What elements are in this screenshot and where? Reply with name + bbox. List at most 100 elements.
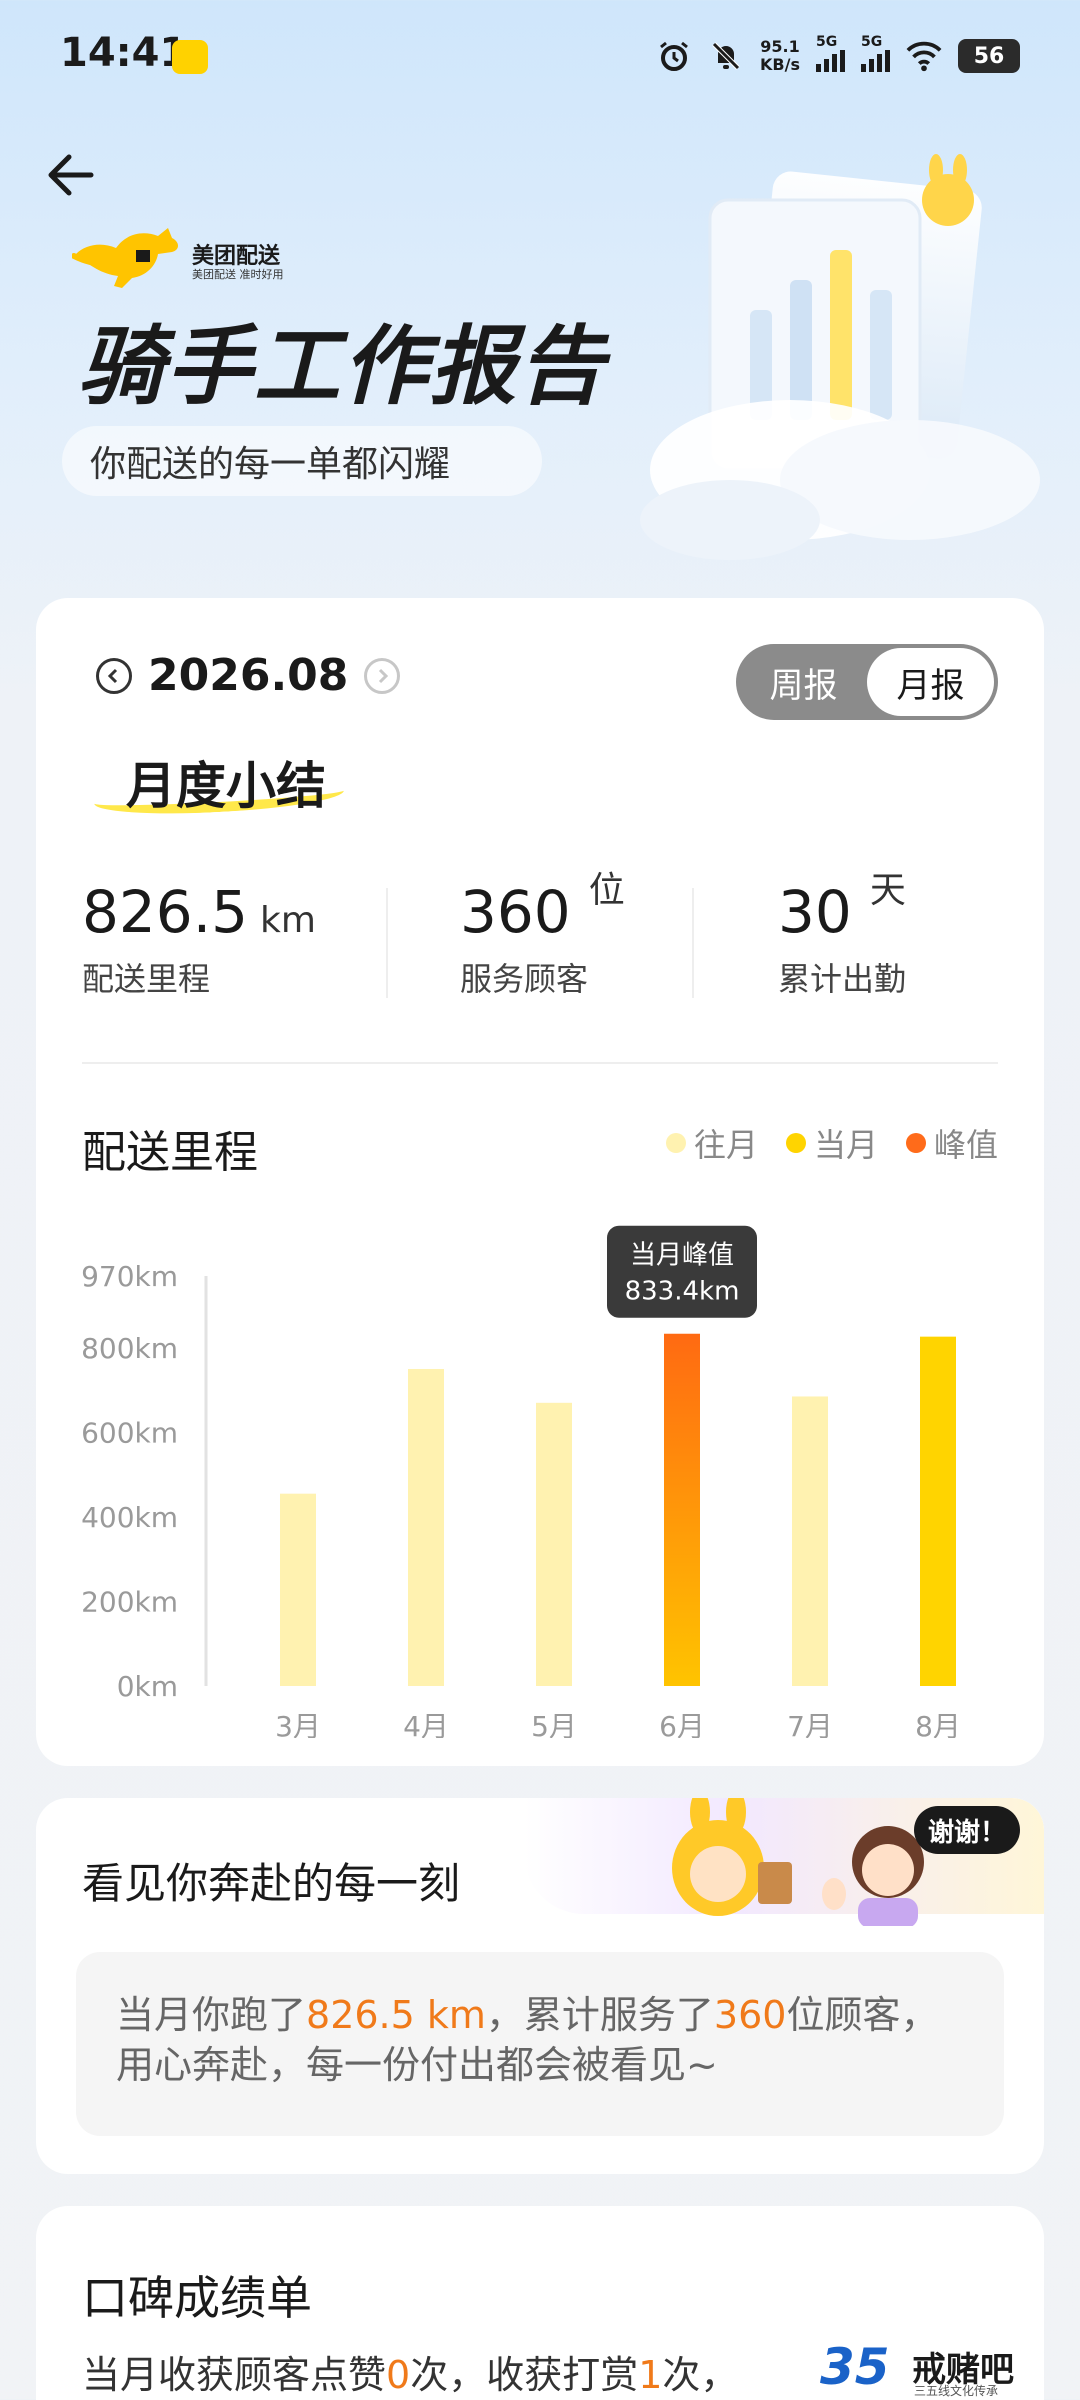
x-tick-label: 8月 xyxy=(915,1710,961,1738)
stat-distance-label: 配送里程 xyxy=(82,960,211,998)
section-title-text: 月度小结 xyxy=(126,757,326,815)
tips-count: 1 xyxy=(638,2353,663,2397)
legend-dot xyxy=(905,1133,926,1153)
net-speed-value: 95.1 xyxy=(760,37,800,56)
stat-attendance-unit: 天 xyxy=(869,870,906,911)
chevron-right-icon xyxy=(379,668,389,683)
legend-item-past: 往月 xyxy=(665,1120,758,1166)
battery-icon: 56 xyxy=(958,39,1020,73)
stat-attendance-value: 30 xyxy=(778,878,852,946)
weekly-report-tab[interactable]: 周报 xyxy=(740,648,867,716)
brand-slogan: 美团配送 准时好用 xyxy=(192,268,284,281)
x-tick-label: 4月 xyxy=(403,1710,449,1738)
y-tick-label: 0km xyxy=(117,1670,178,1703)
page-subtitle: 你配送的每一单都闪耀 xyxy=(62,426,542,496)
back-button[interactable] xyxy=(40,148,100,202)
signal-sim2-icon: 5G xyxy=(861,34,890,72)
mute-icon xyxy=(708,38,744,74)
moments-message: 当月你跑了826.5 km，累计服务了360位顾客，用心奔赴，每一份付出都会被看… xyxy=(76,1952,1004,2136)
moment-text: 当月你跑了 xyxy=(116,1993,307,2037)
distance-bar-chart: 0km 200km 400km 600km 800km 970km 3月 4月 5月 6月 7月 8月… xyxy=(81,1225,961,1738)
likes-count: 0 xyxy=(386,2353,411,2397)
stat-attendance-label: 累计出勤 xyxy=(778,960,907,998)
next-month-button[interactable] xyxy=(364,657,401,694)
monthly-report-tab[interactable]: 月报 xyxy=(867,648,994,716)
moment-text: ，累计服务了 xyxy=(485,1993,714,2037)
y-tick-label: 970km xyxy=(81,1260,178,1293)
month-navigator: 2026.08 xyxy=(96,650,401,701)
bar-peak xyxy=(664,1333,700,1686)
legend-dot xyxy=(665,1133,686,1153)
sim2-label: 5G xyxy=(861,34,883,50)
stat-customers: 360 位 服务顾客 xyxy=(460,870,625,998)
rep-text: 当月收获顾客点赞 xyxy=(82,2353,387,2397)
moment-distance: 826.5 km xyxy=(306,1993,486,2037)
monthly-summary-card: 2026.08 周报 月报 月度小结 826.5 km 配送里程 360 位 服务顾… xyxy=(36,598,1044,1766)
bar-past xyxy=(408,1368,444,1686)
stat-customers-label: 服务顾客 xyxy=(460,960,589,998)
status-time: 14:41 xyxy=(60,30,188,76)
legend-label: 当月 xyxy=(813,1126,878,1164)
tooltip-title: 当月峰值 xyxy=(630,1241,734,1271)
divider xyxy=(82,1062,998,1064)
alarm-icon xyxy=(656,38,692,74)
legend-item-current: 当月 xyxy=(785,1120,878,1166)
thanks-bubble: 谢谢！ xyxy=(913,1806,1020,1854)
chevron-left-icon xyxy=(107,668,118,683)
stat-distance: 826.5 km 配送里程 xyxy=(82,878,316,998)
report-period-toggle: 周报 月报 xyxy=(736,644,998,720)
chart-title: 配送里程 xyxy=(82,1127,258,1178)
stat-attendance: 30 天 累计出勤 xyxy=(778,870,907,998)
stat-customers-value: 360 xyxy=(460,878,571,946)
stat-divider xyxy=(692,888,694,998)
page-title: 骑手工作报告 xyxy=(78,317,606,417)
x-tick-label: 7月 xyxy=(787,1710,833,1738)
wifi-icon xyxy=(906,38,942,74)
prev-month-button[interactable] xyxy=(96,657,132,694)
kangaroo-logo-icon xyxy=(72,228,178,288)
y-tick-label: 600km xyxy=(81,1416,178,1449)
section-title: 月度小结 xyxy=(88,746,348,826)
rep-text: 次，收获打赏 xyxy=(410,2353,639,2397)
brand-logo: 美团配送 美团配送 准时好用 xyxy=(72,214,292,294)
legend-item-peak: 峰值 xyxy=(905,1120,998,1166)
tooltip-value: 833.4km xyxy=(625,1277,740,1307)
arrow-left-icon xyxy=(48,154,94,196)
x-tick-label: 5月 xyxy=(531,1710,577,1738)
sim1-label: 5G xyxy=(816,34,838,50)
stats-row: 826.5 km 配送里程 360 位 服务顾客 30 天 累计出勤 xyxy=(36,870,1044,998)
watermark: 35 戒赌吧 三五线文化传承 xyxy=(820,2338,1070,2398)
x-tick-label: 3月 xyxy=(275,1710,321,1738)
bar-current xyxy=(920,1336,956,1686)
status-bar: 14:41 95.1 KB/s 5G 5G 56 xyxy=(0,0,1080,110)
moments-title: 看见你奔赴的每一刻 xyxy=(82,1859,461,1908)
watermark-sub: 三五线文化传承 xyxy=(914,2384,999,2398)
y-tick-label: 400km xyxy=(81,1501,178,1534)
y-tick-label: 800km xyxy=(81,1332,178,1365)
legend-label: 峰值 xyxy=(933,1126,998,1164)
stat-distance-unit: km xyxy=(260,900,316,941)
app-notification-icon xyxy=(172,40,208,74)
y-tick-label: 200km xyxy=(81,1585,178,1618)
current-month: 2026.08 xyxy=(148,650,349,701)
moments-card: 谢谢！ 看见你奔赴的每一刻 当月你跑了826.5 km，累计服务了360位顾客，… xyxy=(36,1798,1044,2174)
legend-label: 往月 xyxy=(693,1126,758,1164)
rep-text: 次， xyxy=(662,2353,739,2397)
legend-dot xyxy=(785,1133,806,1153)
report-cloud-illustration xyxy=(640,154,1040,560)
signal-sim1-icon: 5G xyxy=(816,34,845,72)
net-speed: 95.1 KB/s xyxy=(760,38,800,74)
bar-past xyxy=(536,1402,572,1686)
bar-past xyxy=(280,1493,316,1686)
stat-distance-value: 826.5 xyxy=(82,878,249,946)
net-speed-unit: KB/s xyxy=(760,55,800,74)
x-tick-label: 6月 xyxy=(659,1710,705,1738)
status-icons: 95.1 KB/s 5G 5G 56 xyxy=(656,34,1020,78)
moment-customers: 360 xyxy=(713,1993,787,2037)
stat-divider xyxy=(386,888,388,998)
reputation-title: 口碑成绩单 xyxy=(82,2271,312,2325)
chart-legend: 往月 当月 峰值 xyxy=(665,1120,998,1166)
bar-past xyxy=(792,1396,828,1686)
stat-customers-unit: 位 xyxy=(588,870,625,911)
reputation-summary: 当月收获顾客点赞0次，收获打赏1次， xyxy=(82,2344,738,2399)
